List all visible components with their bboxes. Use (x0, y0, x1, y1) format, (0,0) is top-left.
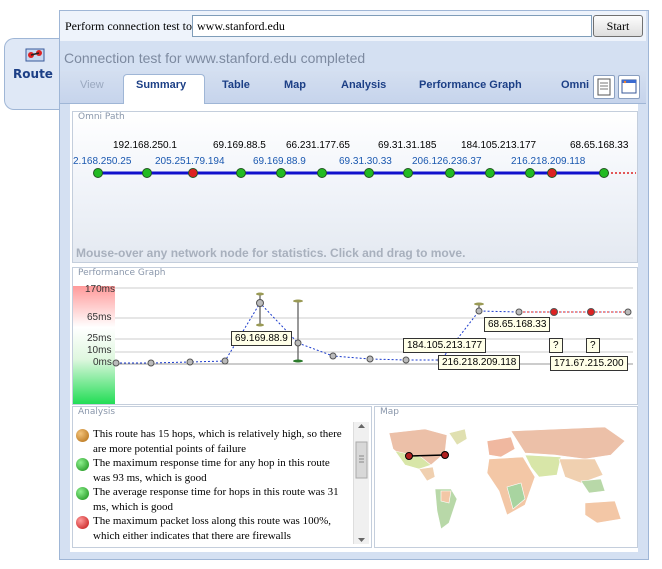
route-node[interactable] (445, 168, 455, 178)
route-node[interactable] (599, 168, 609, 178)
analysis-section: Analysis This route has 15 hops, which i… (72, 406, 372, 548)
route-node[interactable] (276, 168, 286, 178)
hop-callout: 184.105.213.177 (403, 338, 487, 353)
status-message: Connection test for www.stanford.edu com… (64, 50, 366, 66)
top-ip-label: 68.65.168.33 (570, 140, 629, 151)
start-button[interactable]: Start (593, 15, 643, 37)
good-status-icon (76, 487, 89, 500)
route-icon (25, 48, 45, 62)
y-axis-label: 170ms (85, 284, 116, 295)
tab-performance-graph[interactable]: Performance Graph (419, 79, 522, 91)
y-axis-label: 25ms (87, 333, 112, 344)
route-node[interactable] (485, 168, 495, 178)
tab-analysis[interactable]: Analysis (341, 79, 386, 91)
route-node[interactable] (236, 168, 246, 178)
y-axis-label: 0ms (93, 357, 112, 368)
hop-callout: 68.65.168.33 (484, 317, 551, 332)
hop-callout: 69.169.88.9 (231, 331, 292, 346)
error-status-icon (76, 516, 89, 529)
performance-plot (73, 286, 633, 404)
bottom-ip-label: 206.126.236.37 (412, 156, 482, 167)
top-ip-label: 66.231.177.65 (286, 140, 350, 151)
performance-graph-section: Performance Graph 170ms 65ms 25ms 10ms 0… (72, 267, 638, 405)
tab-table[interactable]: Table (222, 79, 250, 91)
route-side-tab[interactable]: Route (4, 38, 61, 110)
top-ip-label: 184.105.213.177 (461, 140, 537, 151)
y-axis-label: 10ms (87, 345, 112, 356)
top-ip-label: 69.31.31.185 (378, 140, 437, 151)
route-tab-label: Route (13, 67, 53, 81)
route-node[interactable] (403, 168, 413, 178)
connection-bar: Perform connection test to www.stanford.… (60, 11, 646, 41)
scrollbar-graphic (355, 424, 368, 542)
host-input[interactable]: www.stanford.edu (192, 15, 592, 37)
window-icon[interactable] (618, 75, 640, 99)
route-node[interactable] (93, 168, 103, 178)
connection-label: Perform connection test to (65, 19, 192, 33)
top-ip-label: 69.169.88.5 (213, 140, 266, 151)
route-path-graphic[interactable] (73, 112, 637, 262)
good-status-icon (76, 458, 89, 471)
bottom-ip-label: 69.31.30.33 (339, 156, 392, 167)
route-node[interactable] (525, 168, 535, 178)
hop-callout: 171.67.215.200 (550, 356, 628, 371)
top-ip-label: 192.168.250.1 (113, 140, 177, 151)
map-title: Map (380, 407, 399, 417)
route-node[interactable] (317, 168, 327, 178)
analysis-item: The maximum packet loss along this route… (93, 515, 331, 542)
route-node[interactable] (142, 168, 152, 178)
omni-path-hint: Mouse-over any network node for statisti… (76, 246, 466, 260)
y-axis-label: 65ms (87, 312, 112, 323)
analysis-title: Analysis (78, 407, 116, 417)
map-section[interactable]: Map (374, 406, 638, 548)
bottom-ip-label: 205.251.79.194 (155, 156, 225, 167)
tab-map[interactable]: Map (284, 79, 306, 91)
tab-view[interactable]: View (80, 79, 104, 91)
route-node[interactable] (364, 168, 374, 178)
route-node[interactable] (547, 168, 557, 178)
tab-bar: View Summary Table Map Analysis Performa… (60, 71, 646, 105)
tab-summary[interactable]: Summary (136, 79, 186, 91)
bottom-ip-label: 69.169.88.9 (253, 156, 306, 167)
unknown-hop-marker: ? (586, 338, 600, 353)
bottom-ip-label: 2.168.250.25 (73, 156, 132, 167)
analysis-item: This route has 15 hops, which is relativ… (93, 428, 342, 455)
unknown-hop-marker: ? (549, 338, 563, 353)
hop-callout: 216.218.209.118 (438, 355, 521, 370)
warning-status-icon (76, 429, 89, 442)
bottom-ip-label: 216.218.209.118 (511, 156, 586, 167)
route-node[interactable] (188, 168, 198, 178)
analysis-item: The average response time for hops in th… (93, 486, 339, 513)
analysis-item: The maximum response time for any hop in… (93, 457, 330, 484)
analysis-scrollbar[interactable] (353, 422, 369, 544)
tab-omni[interactable]: Omni (561, 79, 589, 91)
omni-path-section[interactable]: Omni Path 192.168.250.1 69.169.88.5 66.2… (72, 111, 638, 263)
document-icon[interactable] (593, 75, 615, 99)
world-map[interactable] (375, 419, 637, 547)
